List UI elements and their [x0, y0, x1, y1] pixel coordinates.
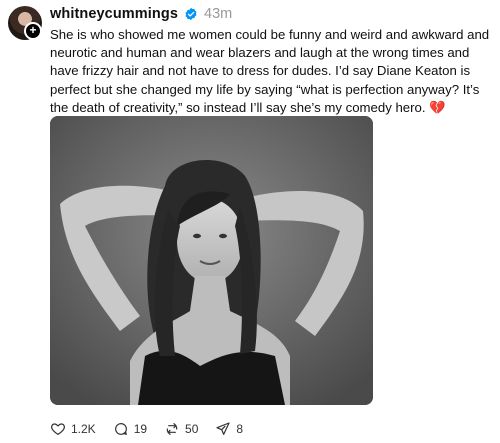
reply-button[interactable]: 19: [113, 421, 147, 437]
username[interactable]: whitneycummings: [50, 6, 178, 22]
timestamp: 43m: [204, 6, 233, 22]
woman-photo: [50, 116, 373, 405]
repost-button[interactable]: 50: [164, 421, 198, 437]
post-header: whitneycummings 43m: [50, 6, 232, 22]
verified-icon: [185, 7, 197, 21]
post-photo[interactable]: [50, 116, 373, 405]
like-count: 1.2K: [71, 422, 96, 436]
repost-count: 50: [185, 422, 199, 436]
reply-count: 19: [133, 422, 148, 436]
heart-icon: [51, 423, 65, 435]
comment-icon: [114, 423, 127, 435]
share-icon: [216, 422, 231, 435]
follow-plus-icon[interactable]: +: [24, 22, 42, 40]
repost-icon: [166, 423, 178, 435]
share-count: 8: [236, 422, 244, 436]
post-actions: 1.2K 19 50 8: [50, 420, 260, 438]
post-text: She is who showed me women could be funn…: [50, 27, 490, 115]
share-button[interactable]: 8: [215, 421, 243, 437]
like-button[interactable]: 1.2K: [50, 421, 96, 437]
